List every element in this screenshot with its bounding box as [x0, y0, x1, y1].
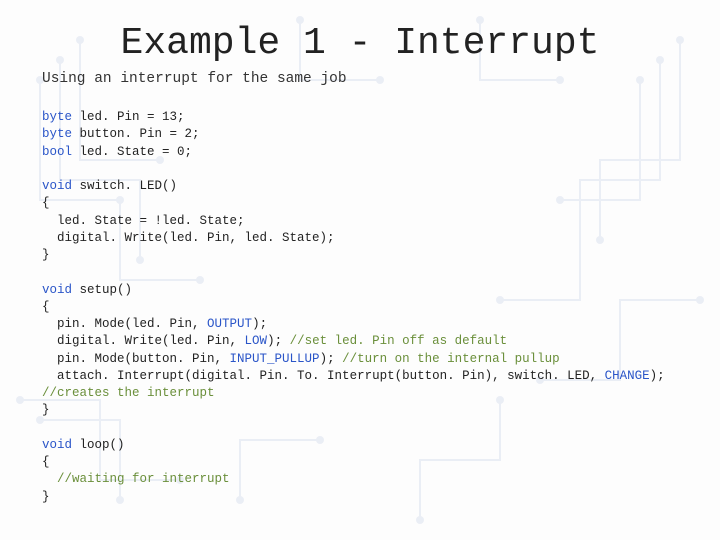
code-block: byte led. Pin = 13; byte button. Pin = 2…: [42, 109, 678, 506]
code-text: digital. Write(led. Pin,: [42, 334, 245, 348]
slide-content: Example 1 - Interrupt Using an interrupt…: [0, 0, 720, 526]
code-text: }: [42, 403, 50, 417]
code-text: pin. Mode(button. Pin,: [42, 352, 230, 366]
comment: //creates the interrupt: [42, 386, 215, 400]
code-text: );: [267, 334, 290, 348]
code-text: pin. Mode(led. Pin,: [42, 317, 207, 331]
keyword: bool: [42, 145, 72, 159]
code-text: }: [42, 248, 50, 262]
comment: //waiting for interrupt: [42, 472, 230, 486]
code-text: switch. LED(): [72, 179, 177, 193]
code-text: {: [42, 300, 50, 314]
keyword: OUTPUT: [207, 317, 252, 331]
slide-title: Example 1 - Interrupt: [42, 22, 678, 65]
keyword: byte: [42, 110, 72, 124]
code-text: loop(): [72, 438, 125, 452]
code-text: {: [42, 196, 50, 210]
comment: //set led. Pin off as default: [290, 334, 508, 348]
keyword: LOW: [245, 334, 268, 348]
code-text: digital. Write(led. Pin, led. State);: [42, 231, 335, 245]
keyword: void: [42, 438, 72, 452]
keyword: INPUT_PULLUP: [230, 352, 320, 366]
comment: //turn on the internal pullup: [342, 352, 560, 366]
code-text: setup(): [72, 283, 132, 297]
code-text: led. State = 0;: [72, 145, 192, 159]
code-text: led. State = !led. State;: [42, 214, 245, 228]
code-text: button. Pin = 2;: [72, 127, 200, 141]
keyword: void: [42, 179, 72, 193]
keyword: byte: [42, 127, 72, 141]
keyword: CHANGE: [605, 369, 650, 383]
code-text: }: [42, 490, 50, 504]
code-text: led. Pin = 13;: [72, 110, 185, 124]
slide-subtitle: Using an interrupt for the same job: [42, 71, 678, 87]
code-text: {: [42, 455, 50, 469]
code-text: );: [320, 352, 343, 366]
code-text: );: [650, 369, 673, 383]
code-text: );: [252, 317, 267, 331]
keyword: void: [42, 283, 72, 297]
code-text: attach. Interrupt(digital. Pin. To. Inte…: [42, 369, 605, 383]
